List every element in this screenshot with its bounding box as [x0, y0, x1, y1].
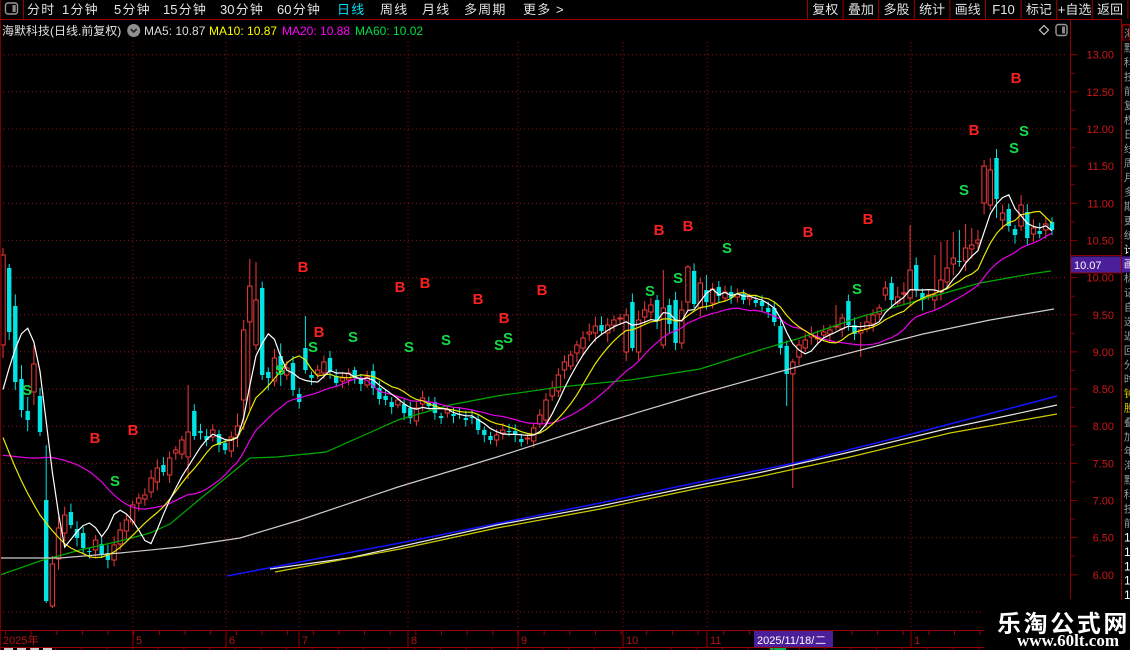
- svg-text:>: >: [556, 2, 564, 17]
- svg-text:10.00: 10.00: [1086, 273, 1114, 285]
- svg-text:F10: F10: [992, 2, 1014, 17]
- svg-text:B: B: [473, 291, 484, 308]
- svg-text:10.50: 10.50: [1086, 235, 1114, 247]
- svg-text:6.50: 6.50: [1093, 533, 1114, 545]
- svg-text:B: B: [683, 218, 694, 235]
- svg-text:S: S: [1019, 123, 1029, 140]
- svg-text:MA10: 10.87: MA10: 10.87: [209, 24, 277, 38]
- svg-text:B: B: [803, 224, 814, 241]
- svg-text:10: 10: [626, 635, 638, 647]
- svg-text:1: 1: [914, 635, 920, 647]
- svg-text:(: (: [50, 24, 54, 38]
- svg-text:S: S: [275, 362, 285, 379]
- svg-text:1: 1: [1124, 531, 1130, 545]
- svg-text:S: S: [852, 281, 862, 298]
- svg-text:S: S: [503, 330, 513, 347]
- svg-text:6.00: 6.00: [1093, 570, 1114, 582]
- svg-text:10.07: 10.07: [1074, 260, 1102, 272]
- svg-text:7.50: 7.50: [1093, 458, 1114, 470]
- svg-text:1: 1: [1124, 545, 1130, 559]
- svg-text:MA60: 10.02: MA60: 10.02: [355, 24, 423, 38]
- svg-text:2025: 2025: [3, 635, 27, 647]
- svg-text:B: B: [499, 310, 510, 327]
- svg-text:.: .: [78, 24, 81, 38]
- svg-text:11.50: 11.50: [1087, 161, 1114, 173]
- svg-text:+: +: [1058, 2, 1066, 17]
- svg-text:7.00: 7.00: [1093, 496, 1114, 508]
- svg-text:S: S: [110, 473, 120, 490]
- svg-text:B: B: [863, 211, 874, 228]
- svg-text:1: 1: [62, 2, 69, 17]
- svg-text:S: S: [22, 382, 32, 399]
- svg-text:S: S: [722, 240, 732, 257]
- svg-text:2025/11/18/: 2025/11/18/: [757, 635, 815, 647]
- svg-text:13.00: 13.00: [1086, 50, 1114, 62]
- svg-text:S: S: [308, 339, 318, 356]
- svg-text:S: S: [348, 329, 358, 346]
- svg-text:30: 30: [220, 2, 234, 17]
- svg-text:B: B: [395, 279, 406, 296]
- svg-text:9: 9: [521, 635, 527, 647]
- svg-text:B: B: [128, 422, 139, 439]
- svg-text:1: 1: [1124, 559, 1130, 573]
- svg-text:11.00: 11.00: [1087, 198, 1114, 210]
- svg-text:B: B: [969, 122, 980, 139]
- svg-text:S: S: [645, 283, 655, 300]
- svg-text:11: 11: [710, 635, 721, 647]
- svg-text:60: 60: [277, 2, 291, 17]
- svg-text:www.60lt.com: www.60lt.com: [1017, 631, 1119, 650]
- svg-text:9.00: 9.00: [1093, 347, 1114, 359]
- svg-text:8.50: 8.50: [1093, 384, 1114, 396]
- svg-text:B: B: [654, 222, 665, 239]
- svg-text:6: 6: [229, 635, 235, 647]
- svg-text:8.00: 8.00: [1093, 421, 1114, 433]
- svg-text:15: 15: [163, 2, 177, 17]
- svg-text:1: 1: [1124, 574, 1130, 588]
- svg-text:S: S: [673, 270, 683, 287]
- svg-text:S: S: [1009, 140, 1019, 157]
- svg-text:): ): [117, 24, 121, 38]
- svg-text:B: B: [298, 259, 309, 276]
- svg-text:5: 5: [114, 2, 121, 17]
- svg-text:S: S: [441, 332, 451, 349]
- svg-text:MA5: 10.87: MA5: 10.87: [144, 24, 206, 38]
- svg-text:7: 7: [302, 635, 308, 647]
- svg-text:B: B: [537, 282, 548, 299]
- svg-text:12.00: 12.00: [1086, 124, 1114, 136]
- svg-text:S: S: [404, 339, 414, 356]
- svg-text:12.50: 12.50: [1086, 87, 1114, 99]
- svg-text:S: S: [959, 182, 969, 199]
- svg-text:9.50: 9.50: [1093, 310, 1114, 322]
- svg-text:B: B: [1011, 70, 1022, 87]
- svg-text:B: B: [420, 275, 431, 292]
- svg-text:8: 8: [411, 635, 417, 647]
- svg-text:B: B: [90, 430, 101, 447]
- svg-text:MA20: 10.88: MA20: 10.88: [282, 24, 350, 38]
- svg-text:5: 5: [136, 635, 142, 647]
